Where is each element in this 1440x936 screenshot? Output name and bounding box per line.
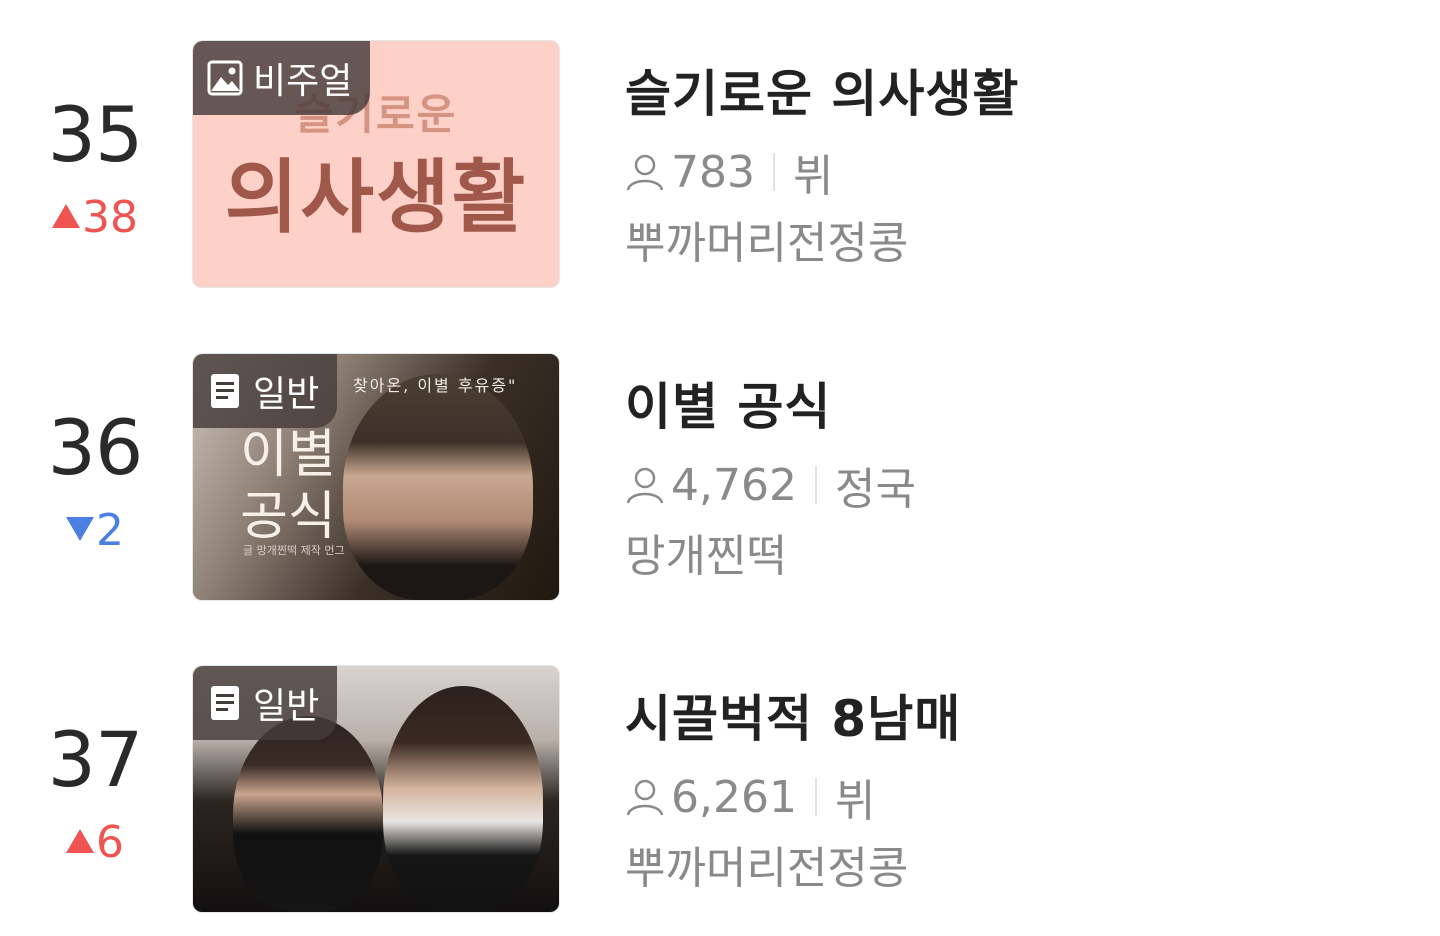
rank-change: 6 [30,815,160,871]
rank-number: 36 [47,403,144,492]
thumbnail-figure [383,686,543,912]
item-category: 뷔 [792,151,834,202]
ranking-list: 35 38 슬기로운 의사생활 비주얼 슬기로운 의사생활 783 뷔 뿌까머리… [0,0,1440,936]
category-badge: 비주얼 [193,41,371,115]
divider [772,153,775,191]
user-icon [626,779,664,816]
item-meta: 4,762 정국 [625,455,916,515]
thumbnail[interactable]: 일반 [192,665,560,913]
item-meta: 783 뷔 [625,142,833,202]
badge-label: 일반 [253,686,320,727]
category-badge: 일반 [193,354,338,428]
thumbnail-figure [343,374,533,600]
category-badge: 일반 [193,666,338,740]
user-icon [626,467,664,504]
user-icon [626,154,664,191]
thumbnail-figure [233,716,383,912]
document-icon [211,374,239,408]
view-count: 4,762 [671,459,797,511]
document-icon [211,686,239,720]
item-title[interactable]: 시끌벅적 8남매 [625,687,961,751]
arrow-up-icon [66,829,94,853]
divider [814,466,817,504]
arrow-down-icon [66,517,94,541]
badge-label: 일반 [253,374,320,415]
rank-number: 35 [47,90,144,179]
rank-change-value: 6 [96,817,124,868]
badge-label: 비주얼 [253,61,353,102]
thumbnail[interactable]: 찾아온, 이별 후유증" 이별 공식 글 망개찐떡 제작 먼그 일반 [192,353,560,601]
image-icon [207,60,243,96]
item-title[interactable]: 이별 공식 [625,375,831,439]
arrow-up-icon [52,204,80,228]
author-name[interactable]: 망개찐떡 [625,527,787,587]
rank-change: 38 [30,190,160,246]
item-category: 뷔 [834,776,876,827]
thumbnail-caption: 찾아온, 이별 후유증" [353,376,518,395]
view-count: 6,261 [671,771,797,823]
thumbnail-title: 이별 공식 [240,425,336,547]
rank-change: 2 [30,503,160,559]
author-name[interactable]: 뿌까머리전정콩 [625,839,908,899]
list-item[interactable]: 36 2 찾아온, 이별 후유증" 이별 공식 글 망개찐떡 제작 먼그 일반 … [0,353,1440,603]
rank-change-value: 2 [96,505,124,556]
divider [814,778,817,816]
rank-number: 37 [47,715,144,804]
item-meta: 6,261 뷔 [625,767,875,827]
thumbnail-text-main: 의사생활 [224,151,528,244]
author-name[interactable]: 뿌까머리전정콩 [625,214,908,274]
thumbnail[interactable]: 슬기로운 의사생활 비주얼 [192,40,560,288]
view-count: 783 [671,146,755,198]
rank-change-value: 38 [82,192,138,243]
thumbnail-credit: 글 망개찐떡 제작 먼그 [243,544,345,557]
item-category: 정국 [834,464,916,515]
item-title[interactable]: 슬기로운 의사생활 [625,62,1019,126]
list-item[interactable]: 37 6 일반 시끌벅적 8남매 6,261 뷔 뿌까머리전정콩 [0,665,1440,915]
list-item[interactable]: 35 38 슬기로운 의사생활 비주얼 슬기로운 의사생활 783 뷔 뿌까머리… [0,40,1440,290]
